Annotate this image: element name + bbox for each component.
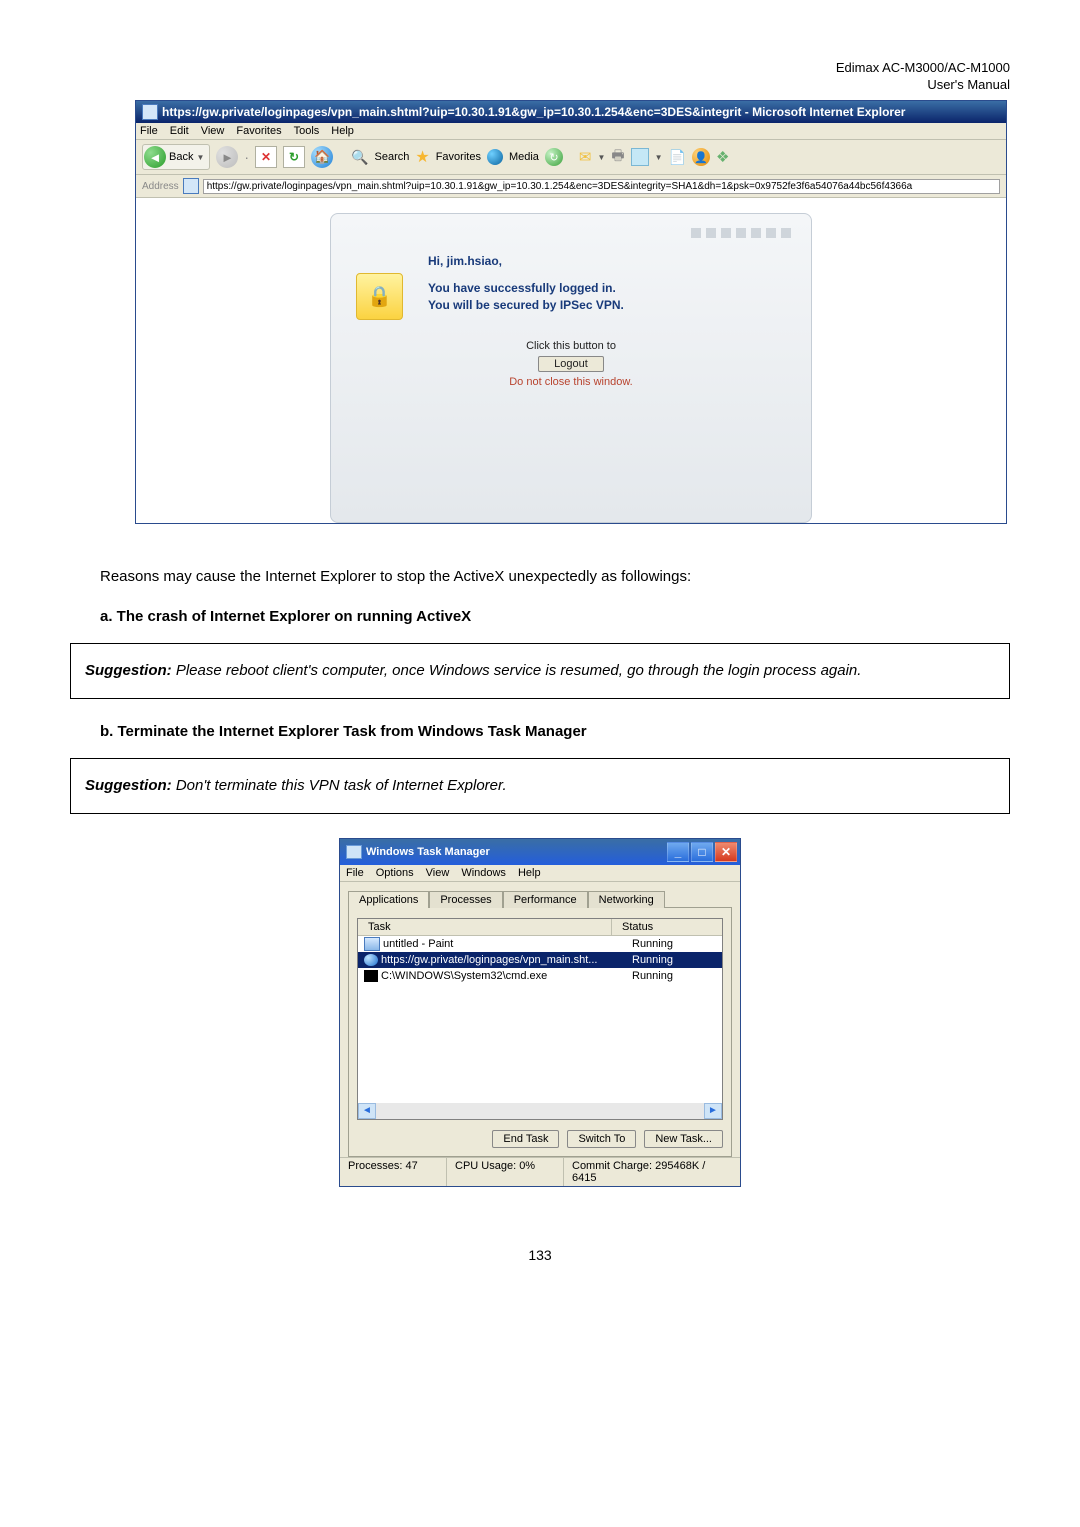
decorative-dots [331,228,811,248]
tm-task-list: Task Status untitled - Paint Running [357,918,723,1120]
reasons-paragraph: Reasons may cause the Internet Explorer … [100,564,1010,590]
tm-tabs: Applications Processes Performance Netwo… [348,890,732,907]
horizontal-scrollbar[interactable]: ◄ ► [358,1103,722,1119]
tab-processes[interactable]: Processes [429,891,502,908]
vpn-msg-line2: You will be secured by IPSec VPN. [428,297,786,314]
logout-button[interactable]: Logout [538,356,604,372]
tm-title-text: Windows Task Manager [366,846,490,858]
menu-help[interactable]: Help [331,125,354,137]
page-header: Edimax AC-M3000/AC-M1000 User's Manual [836,60,1010,94]
favorites-star-icon: ★ [415,147,429,167]
col-task[interactable]: Task [358,919,612,935]
vpn-click-label: Click this button to [331,340,811,352]
back-arrow-icon: ◄ [144,146,166,168]
page-number: 133 [70,1247,1010,1263]
tm-panel: Task Status untitled - Paint Running [348,907,732,1157]
suggestion-b-body: Don't terminate this VPN task of Interne… [172,777,507,794]
tab-networking[interactable]: Networking [588,891,665,908]
tm-menu-options[interactable]: Options [376,867,414,879]
forward-button[interactable]: ► [216,146,238,168]
ie-menubar: File Edit View Favorites Tools Help [136,123,1006,140]
close-button[interactable]: ✕ [715,842,737,862]
tm-menubar: File Options View Windows Help [340,865,740,882]
folder-button[interactable]: 📄 [669,149,686,166]
edit-button[interactable] [631,148,649,166]
tab-performance[interactable]: Performance [503,891,588,908]
search-button[interactable]: Search [375,151,410,163]
media-icon [487,149,503,165]
task-row-paint[interactable]: untitled - Paint Running [358,936,722,952]
menu-favorites[interactable]: Favorites [236,125,281,137]
status-processes: Processes: 47 [340,1158,447,1186]
col-status[interactable]: Status [612,919,722,935]
home-button[interactable]: 🏠 [311,146,333,168]
cmd-icon [364,970,378,982]
address-input[interactable]: https://gw.private/loginpages/vpn_main.s… [203,179,1000,194]
favorites-button[interactable]: Favorites [436,151,481,163]
back-button[interactable]: ◄ Back ▼ [142,144,210,170]
scroll-left-icon[interactable]: ◄ [358,1103,376,1119]
task-row-cmd[interactable]: C:\WINDOWS\System32\cmd.exe Running [358,968,722,984]
menu-tools[interactable]: Tools [294,125,320,137]
suggestion-box-a: Suggestion: Please reboot client's compu… [70,643,1010,699]
tm-status-bar: Processes: 47 CPU Usage: 0% Commit Charg… [340,1157,740,1186]
tm-title-bar: Windows Task Manager _ □ ✕ [340,839,740,865]
tm-menu-windows[interactable]: Windows [461,867,506,879]
heading-a: a. The crash of Internet Explorer on run… [100,608,1010,625]
minimize-button[interactable]: _ [667,842,689,862]
page-icon [142,104,158,120]
ie-toolbar: ◄ Back ▼ ► · ✕ ↻ 🏠 🔍 Search ★ Favorites … [136,140,1006,175]
product-name: Edimax AC-M3000/AC-M1000 [836,60,1010,77]
end-task-button[interactable]: End Task [492,1130,559,1148]
tm-list-header: Task Status [358,919,722,936]
suggestion-a-lead: Suggestion: [85,662,172,679]
heading-b: b. Terminate the Internet Explorer Task … [100,723,1010,740]
vpn-msg-line1: You have successfully logged in. [428,280,786,297]
ie-title-bar: https://gw.private/loginpages/vpn_main.s… [136,101,1006,123]
tm-menu-help[interactable]: Help [518,867,541,879]
links-button[interactable]: ❖ [716,148,729,166]
messenger-button[interactable]: 👤 [692,148,710,166]
menu-edit[interactable]: Edit [170,125,189,137]
paint-icon [364,937,380,951]
stop-button[interactable]: ✕ [255,146,277,168]
ie-browser-window: https://gw.private/loginpages/vpn_main.s… [135,100,1007,524]
tm-menu-view[interactable]: View [426,867,450,879]
maximize-button[interactable]: □ [691,842,713,862]
status-cpu: CPU Usage: 0% [447,1158,564,1186]
page-favicon-icon [183,178,199,194]
vpn-login-card: 🔒 Hi, jim.hsiao, You have successfully l… [330,213,812,523]
history-button[interactable]: ↻ [545,148,563,166]
tm-menu-file[interactable]: File [346,867,364,879]
lock-icon: 🔒 [356,273,403,320]
ie-title-text: https://gw.private/loginpages/vpn_main.s… [162,105,905,119]
suggestion-a-body: Please reboot client's computer, once Wi… [172,662,862,679]
ie-icon [364,954,378,966]
print-button[interactable]: 🖶 [611,145,624,169]
suggestion-box-b: Suggestion: Don't terminate this VPN tas… [70,758,1010,814]
task-manager-icon [346,845,362,859]
doc-subtitle: User's Manual [836,77,1010,94]
suggestion-b-lead: Suggestion: [85,777,172,794]
new-task-button[interactable]: New Task... [644,1130,723,1148]
menu-view[interactable]: View [201,125,225,137]
ie-content-area: 🔒 Hi, jim.hsiao, You have successfully l… [136,198,1006,523]
vpn-greeting: Hi, jim.hsiao, [428,254,786,268]
address-label: Address [142,181,179,192]
tab-applications[interactable]: Applications [348,891,429,908]
task-row-ie-vpn[interactable]: https://gw.private/loginpages/vpn_main.s… [358,952,722,968]
ie-address-bar: Address https://gw.private/loginpages/vp… [136,175,1006,198]
task-manager-window: Windows Task Manager _ □ ✕ File Options … [339,838,741,1187]
menu-file[interactable]: File [140,125,158,137]
switch-to-button[interactable]: Switch To [567,1130,636,1148]
scroll-right-icon[interactable]: ► [704,1103,722,1119]
status-commit: Commit Charge: 295468K / 6415 [564,1158,740,1186]
mail-button[interactable]: ✉ [579,148,592,166]
refresh-button[interactable]: ↻ [283,146,305,168]
vpn-warning: Do not close this window. [331,376,811,388]
chevron-down-icon: ▼ [196,153,204,162]
media-button[interactable]: Media [509,151,539,163]
